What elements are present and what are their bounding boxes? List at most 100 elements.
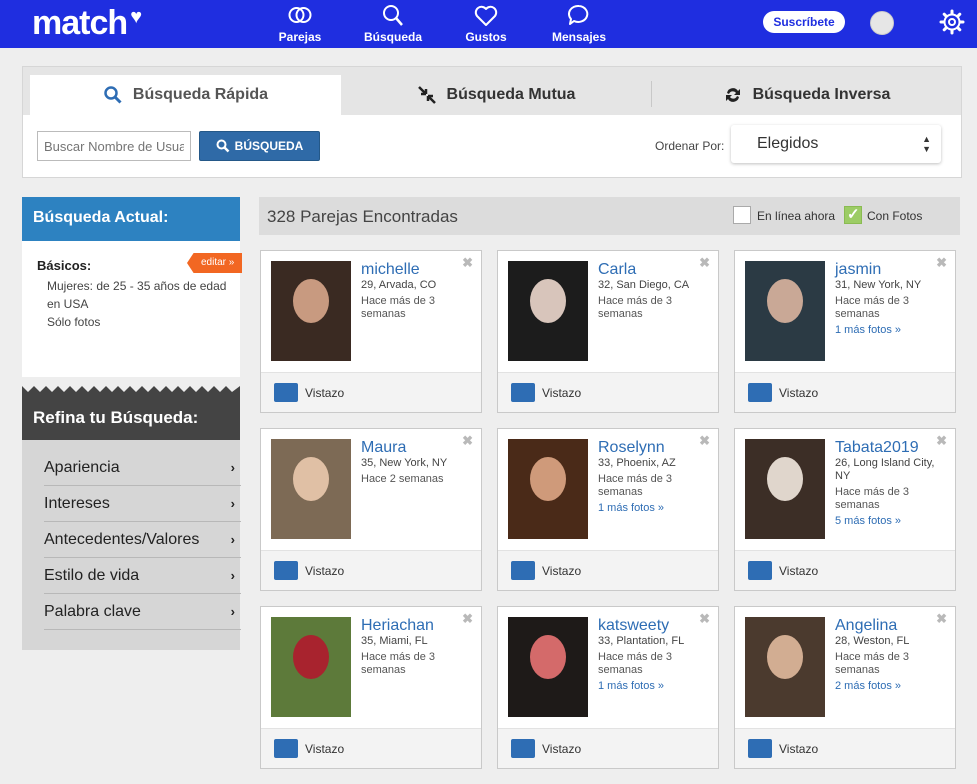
profile-card[interactable]: katsweety 33, Plantation, FL Hace más de… — [497, 606, 719, 769]
profile-name[interactable]: michelle — [361, 261, 420, 279]
nav-item-busqueda[interactable]: Búsqueda — [353, 2, 433, 44]
profile-photo[interactable] — [745, 261, 825, 361]
refine-item-antecedentes[interactable]: Antecedentes/Valores › — [44, 522, 241, 558]
vistazo-button[interactable]: Vistazo — [779, 564, 818, 578]
tab-busqueda-rapida[interactable]: Búsqueda Rápida — [30, 75, 341, 115]
profile-card[interactable]: jasmin 31, New York, NY Hace más de 3 se… — [734, 250, 956, 413]
profile-photo[interactable] — [745, 617, 825, 717]
photo-face — [530, 457, 566, 501]
profile-location: 33, Plantation, FL — [598, 635, 685, 647]
profile-photo[interactable] — [745, 439, 825, 539]
profile-photo[interactable] — [508, 439, 588, 539]
profile-photo[interactable] — [508, 261, 588, 361]
profile-card[interactable]: Maura 35, New York, NY Hace 2 semanas ✖ … — [260, 428, 482, 591]
card-footer: Vistazo — [498, 728, 718, 768]
profile-card[interactable]: Angelina 28, Weston, FL Hace más de 3 se… — [734, 606, 956, 769]
gear-icon[interactable] — [938, 8, 966, 36]
profile-card-icon[interactable] — [748, 561, 772, 580]
profile-card-icon[interactable] — [274, 739, 298, 758]
profile-card[interactable]: michelle 29, Arvada, CO Hace más de 3 se… — [260, 250, 482, 413]
vistazo-button[interactable]: Vistazo — [542, 742, 581, 756]
profile-last-active: Hace más de 3 semanas — [835, 295, 909, 320]
profile-card[interactable]: Roselynn 33, Phoenix, AZ Hace más de 3 s… — [497, 428, 719, 591]
vistazo-button[interactable]: Vistazo — [305, 742, 344, 756]
profile-photo[interactable] — [271, 617, 351, 717]
nav-item-gustos[interactable]: Gustos — [446, 2, 526, 44]
profile-card-icon[interactable] — [511, 383, 535, 402]
vistazo-button[interactable]: Vistazo — [305, 386, 344, 400]
vistazo-button[interactable]: Vistazo — [542, 564, 581, 578]
close-icon[interactable]: ✖ — [462, 433, 473, 449]
profile-card-icon[interactable] — [748, 383, 772, 402]
refine-item-label: Apariencia — [44, 459, 120, 476]
close-icon[interactable]: ✖ — [936, 433, 947, 449]
close-icon[interactable]: ✖ — [462, 611, 473, 627]
photo-body — [523, 509, 573, 539]
profile-card[interactable]: Tabata2019 26, Long Island City, NY Hace… — [734, 428, 956, 591]
close-icon[interactable]: ✖ — [936, 255, 947, 271]
card-footer: Vistazo — [735, 372, 955, 412]
profile-card[interactable]: Heriachan 35, Miami, FL Hace más de 3 se… — [260, 606, 482, 769]
search-button[interactable]: BÚSQUEDA — [199, 131, 320, 161]
online-now-label: En línea ahora — [757, 209, 836, 223]
refine-item-palabra-clave[interactable]: Palabra clave › — [44, 594, 241, 630]
tab-busqueda-mutua[interactable]: Búsqueda Mutua — [341, 75, 651, 115]
photo-face — [767, 635, 803, 679]
subscribe-button[interactable]: Suscríbete — [763, 11, 845, 33]
match-logo[interactable]: match ♥ — [32, 4, 142, 43]
close-icon[interactable]: ✖ — [699, 611, 710, 627]
close-icon[interactable]: ✖ — [699, 255, 710, 271]
profile-card-icon[interactable] — [511, 561, 535, 580]
profile-card-icon[interactable] — [274, 561, 298, 580]
profile-name[interactable]: Heriachan — [361, 617, 434, 635]
more-photos-link[interactable]: 5 más fotos » — [835, 515, 901, 527]
tab-busqueda-inversa[interactable]: Búsqueda Inversa — [652, 75, 961, 115]
profile-name[interactable]: Carla — [598, 261, 636, 279]
vistazo-button[interactable]: Vistazo — [305, 564, 344, 578]
profile-photo[interactable] — [271, 439, 351, 539]
search-icon — [353, 2, 433, 30]
photo-body — [523, 331, 573, 361]
username-search-input[interactable] — [37, 131, 191, 161]
profile-card-icon[interactable] — [511, 739, 535, 758]
refine-item-intereses[interactable]: Intereses › — [44, 486, 241, 522]
profile-name[interactable]: katsweety — [598, 617, 669, 635]
more-photos-link[interactable]: 1 más fotos » — [598, 680, 664, 692]
profile-name[interactable]: Angelina — [835, 617, 897, 635]
close-icon[interactable]: ✖ — [936, 611, 947, 627]
chat-icon — [539, 2, 619, 30]
user-avatar[interactable] — [870, 11, 894, 35]
profile-name[interactable]: Tabata2019 — [835, 439, 919, 457]
refine-item-apariencia[interactable]: Apariencia › — [44, 450, 241, 486]
nav-item-parejas[interactable]: Parejas — [260, 2, 340, 44]
profile-location: 35, Miami, FL — [361, 635, 428, 647]
card-footer: Vistazo — [261, 372, 481, 412]
close-icon[interactable]: ✖ — [699, 433, 710, 449]
vistazo-button[interactable]: Vistazo — [542, 386, 581, 400]
couples-icon — [260, 2, 340, 30]
photo-face — [293, 635, 329, 679]
more-photos-link[interactable]: 1 más fotos » — [598, 502, 664, 514]
more-photos-link[interactable]: 2 más fotos » — [835, 680, 901, 692]
profile-photo[interactable] — [508, 617, 588, 717]
profile-location: 26, Long Island City, NY — [835, 457, 935, 482]
refine-item-estilo-de-vida[interactable]: Estilo de vida › — [44, 558, 241, 594]
profile-name[interactable]: Roselynn — [598, 439, 665, 457]
photo-face — [767, 279, 803, 323]
online-now-checkbox[interactable] — [733, 206, 751, 224]
profile-last-active: Hace más de 3 semanas — [361, 651, 435, 676]
profile-name[interactable]: jasmin — [835, 261, 881, 279]
sort-select[interactable]: Elegidos ▲ ▼ — [731, 125, 941, 163]
profile-photo[interactable] — [271, 261, 351, 361]
edit-button[interactable]: editar » — [187, 253, 242, 273]
profile-card-icon[interactable] — [274, 383, 298, 402]
with-photos-checkbox[interactable] — [844, 205, 862, 224]
vistazo-button[interactable]: Vistazo — [779, 386, 818, 400]
profile-card[interactable]: Carla 32, San Diego, CA Hace más de 3 se… — [497, 250, 719, 413]
profile-card-icon[interactable] — [748, 739, 772, 758]
profile-name[interactable]: Maura — [361, 439, 406, 457]
close-icon[interactable]: ✖ — [462, 255, 473, 271]
nav-item-mensajes[interactable]: Mensajes — [539, 2, 619, 44]
vistazo-button[interactable]: Vistazo — [779, 742, 818, 756]
more-photos-link[interactable]: 1 más fotos » — [835, 324, 901, 336]
